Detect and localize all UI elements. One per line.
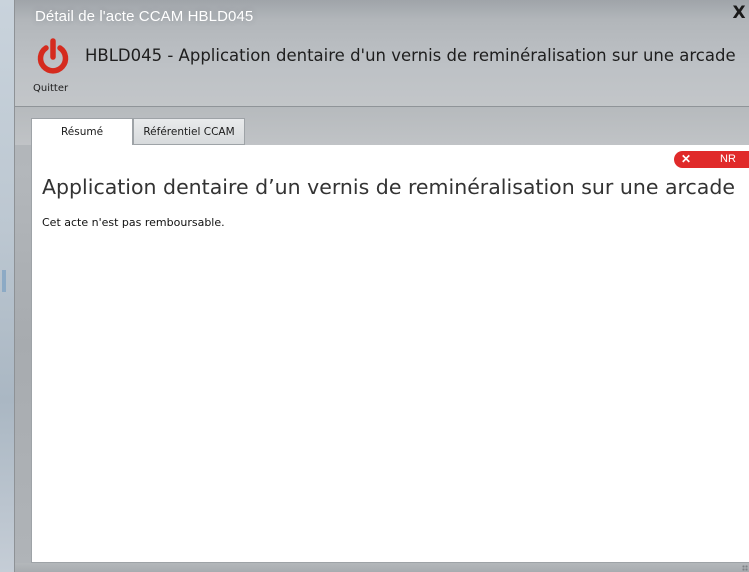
tab-content-resume: ✕ NR Application dentaire d’un vernis de… bbox=[31, 145, 749, 563]
header-title: HBLD045 - Application dentaire d'un vern… bbox=[85, 46, 736, 65]
x-icon: ✕ bbox=[681, 152, 692, 166]
window-title: Détail de l'acte CCAM HBLD045 bbox=[35, 8, 254, 25]
close-button[interactable]: X bbox=[730, 4, 748, 22]
tab-resume[interactable]: Résumé bbox=[31, 118, 133, 146]
resize-grip-icon[interactable] bbox=[742, 565, 748, 571]
badge-label: NR bbox=[720, 153, 736, 165]
desktop-background bbox=[0, 0, 14, 572]
non-reimbursable-badge: ✕ NR bbox=[674, 151, 749, 168]
act-detail-window: Détail de l'acte CCAM HBLD045 X Quitter … bbox=[14, 0, 749, 572]
desktop-highlight bbox=[2, 270, 6, 292]
title-bar: Détail de l'acte CCAM HBLD045 X Quitter … bbox=[15, 0, 749, 108]
power-icon bbox=[37, 38, 69, 74]
act-title: Application dentaire d’un vernis de remi… bbox=[42, 175, 735, 199]
tab-strip: Résumé Référentiel CCAM bbox=[15, 107, 749, 146]
tab-referentiel-ccam[interactable]: Référentiel CCAM bbox=[133, 118, 245, 145]
reimbursement-note: Cet acte n'est pas remboursable. bbox=[42, 216, 225, 229]
quit-label: Quitter bbox=[33, 83, 69, 94]
quit-button[interactable]: Quitter bbox=[23, 36, 83, 102]
window-bottom-border bbox=[15, 563, 749, 572]
